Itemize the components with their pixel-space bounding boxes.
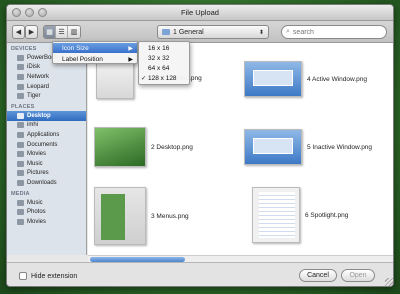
submenu-arrow-icon: ▶ xyxy=(128,45,133,52)
photos-icon xyxy=(17,209,24,216)
music-icon xyxy=(17,160,24,167)
sidebar-item-media-music[interactable]: Music xyxy=(7,198,86,208)
menu-item-64[interactable]: 64 x 64 xyxy=(139,63,189,73)
window-title: File Upload xyxy=(181,8,219,17)
sidebar-item-music[interactable]: Music xyxy=(7,159,86,169)
file-item[interactable]: 2 Desktop.png xyxy=(94,127,193,167)
dialog-footer: Hide extension Cancel Open xyxy=(7,262,393,286)
menu-item-128[interactable]: ✓ 128 x 128 xyxy=(139,73,189,83)
icon-view-button[interactable]: ▦ xyxy=(44,26,56,38)
location-label: 1 General xyxy=(173,28,204,36)
sidebar-item-network[interactable]: Network xyxy=(7,72,86,82)
checkbox-box[interactable] xyxy=(19,272,27,280)
open-button[interactable]: Open xyxy=(341,269,375,282)
sidebar-item-documents[interactable]: Documents xyxy=(7,140,86,150)
file-item[interactable]: 3 Menus.png xyxy=(94,187,189,245)
file-thumbnail xyxy=(244,61,302,97)
toolbar: ◀ ▶ ▦ ☰ ▥ 1 General ⬍ ⌕ xyxy=(7,21,393,43)
submenu-arrow-icon: ▶ xyxy=(128,56,133,63)
music-icon xyxy=(17,199,24,206)
resize-grip-icon[interactable] xyxy=(385,278,393,286)
file-browser: 1 About This Mac.png 4 Active Window.png… xyxy=(88,43,393,255)
file-name: 3 Menus.png xyxy=(151,212,189,220)
folder-icon xyxy=(162,29,170,35)
desktop-icon xyxy=(17,112,24,119)
search-field[interactable]: ⌕ xyxy=(281,25,387,39)
search-icon: ⌕ xyxy=(286,28,290,35)
file-item[interactable]: 6 Spotlight.png xyxy=(252,187,348,243)
disk-icon xyxy=(17,93,24,100)
sidebar-item-leopard[interactable]: Leopard xyxy=(7,82,86,92)
applications-icon xyxy=(17,131,24,138)
menu-item-32[interactable]: 32 x 32 xyxy=(139,53,189,63)
title-bar: File Upload xyxy=(7,5,393,21)
hide-extension-checkbox[interactable]: Hide extension xyxy=(19,272,77,280)
sidebar-item-desktop[interactable]: Desktop xyxy=(7,110,86,121)
downloads-icon xyxy=(17,179,24,186)
sidebar-item-home[interactable]: imhi xyxy=(7,121,86,131)
laptop-icon xyxy=(17,54,24,61)
sidebar-item-photos[interactable]: Photos xyxy=(7,207,86,217)
file-thumbnail xyxy=(94,127,146,167)
file-name: 4 Active Window.png xyxy=(307,75,367,83)
home-icon xyxy=(17,122,24,129)
file-name: 2 Desktop.png xyxy=(151,143,193,151)
back-arrow-icon: ◀ xyxy=(15,29,22,36)
file-thumbnail xyxy=(244,129,302,165)
horizontal-scrollbar[interactable] xyxy=(88,255,393,262)
file-upload-dialog: File Upload ◀ ▶ ▦ ☰ ▥ 1 General ⬍ ⌕ DEVI… xyxy=(6,4,394,287)
checkmark-icon: ✓ xyxy=(140,75,147,82)
file-item[interactable]: 5 Inactive Window.png xyxy=(244,129,372,165)
back-button[interactable]: ◀ xyxy=(12,25,25,39)
search-input[interactable] xyxy=(292,28,373,36)
file-name: 6 Spotlight.png xyxy=(305,211,349,219)
column-view-button[interactable]: ▥ xyxy=(68,26,80,38)
icon-size-submenu: 16 x 16 32 x 32 64 x 64 ✓ 128 x 128 xyxy=(138,41,190,85)
menu-item-label-position[interactable]: Label Position ▶ xyxy=(53,54,137,64)
sidebar-item-movies[interactable]: Movies xyxy=(7,149,86,159)
disk-icon xyxy=(17,83,24,90)
file-item[interactable]: 4 Active Window.png xyxy=(244,61,367,97)
location-popup[interactable]: 1 General ⬍ xyxy=(157,25,269,39)
view-mode-selector: ▦ ☰ ▥ xyxy=(43,25,81,39)
movies-icon xyxy=(17,151,24,158)
menu-item-16[interactable]: 16 x 16 xyxy=(139,43,189,53)
idisk-icon xyxy=(17,64,24,71)
sidebar-item-applications[interactable]: Applications xyxy=(7,130,86,140)
sidebar-item-pictures[interactable]: Pictures xyxy=(7,169,86,179)
list-view-icon: ☰ xyxy=(58,29,65,36)
hide-extension-label: Hide extension xyxy=(31,272,78,280)
forward-arrow-icon: ▶ xyxy=(28,29,35,36)
pictures-icon xyxy=(17,170,24,177)
sidebar-item-downloads[interactable]: Downloads xyxy=(7,178,86,188)
icon-view-icon: ▦ xyxy=(46,29,53,36)
file-name: 5 Inactive Window.png xyxy=(307,143,373,151)
sidebar-heading-media: MEDIA xyxy=(11,190,30,197)
column-view-icon: ▥ xyxy=(70,29,78,36)
sidebar-item-idisk[interactable]: iDisk xyxy=(7,63,86,73)
cancel-button[interactable]: Cancel xyxy=(299,269,337,282)
sidebar-item-tiger[interactable]: Tiger xyxy=(7,91,86,101)
documents-icon xyxy=(17,141,24,148)
file-thumbnail xyxy=(94,187,146,245)
sidebar: DEVICES PowerBook G4 iDisk Network Leopa… xyxy=(7,43,87,255)
forward-button[interactable]: ▶ xyxy=(25,25,38,39)
file-thumbnail xyxy=(252,187,300,243)
network-icon xyxy=(17,73,24,80)
chevron-updown-icon: ⬍ xyxy=(258,29,264,36)
list-view-button[interactable]: ☰ xyxy=(56,26,68,38)
movies-icon xyxy=(17,218,24,225)
menu-item-icon-size[interactable]: Icon Size ▶ xyxy=(53,43,137,53)
sidebar-heading-places: PLACES xyxy=(11,103,35,110)
sidebar-item-media-movies[interactable]: Movies xyxy=(7,217,86,227)
view-options-menu: Icon Size ▶ Label Position ▶ xyxy=(52,41,138,64)
